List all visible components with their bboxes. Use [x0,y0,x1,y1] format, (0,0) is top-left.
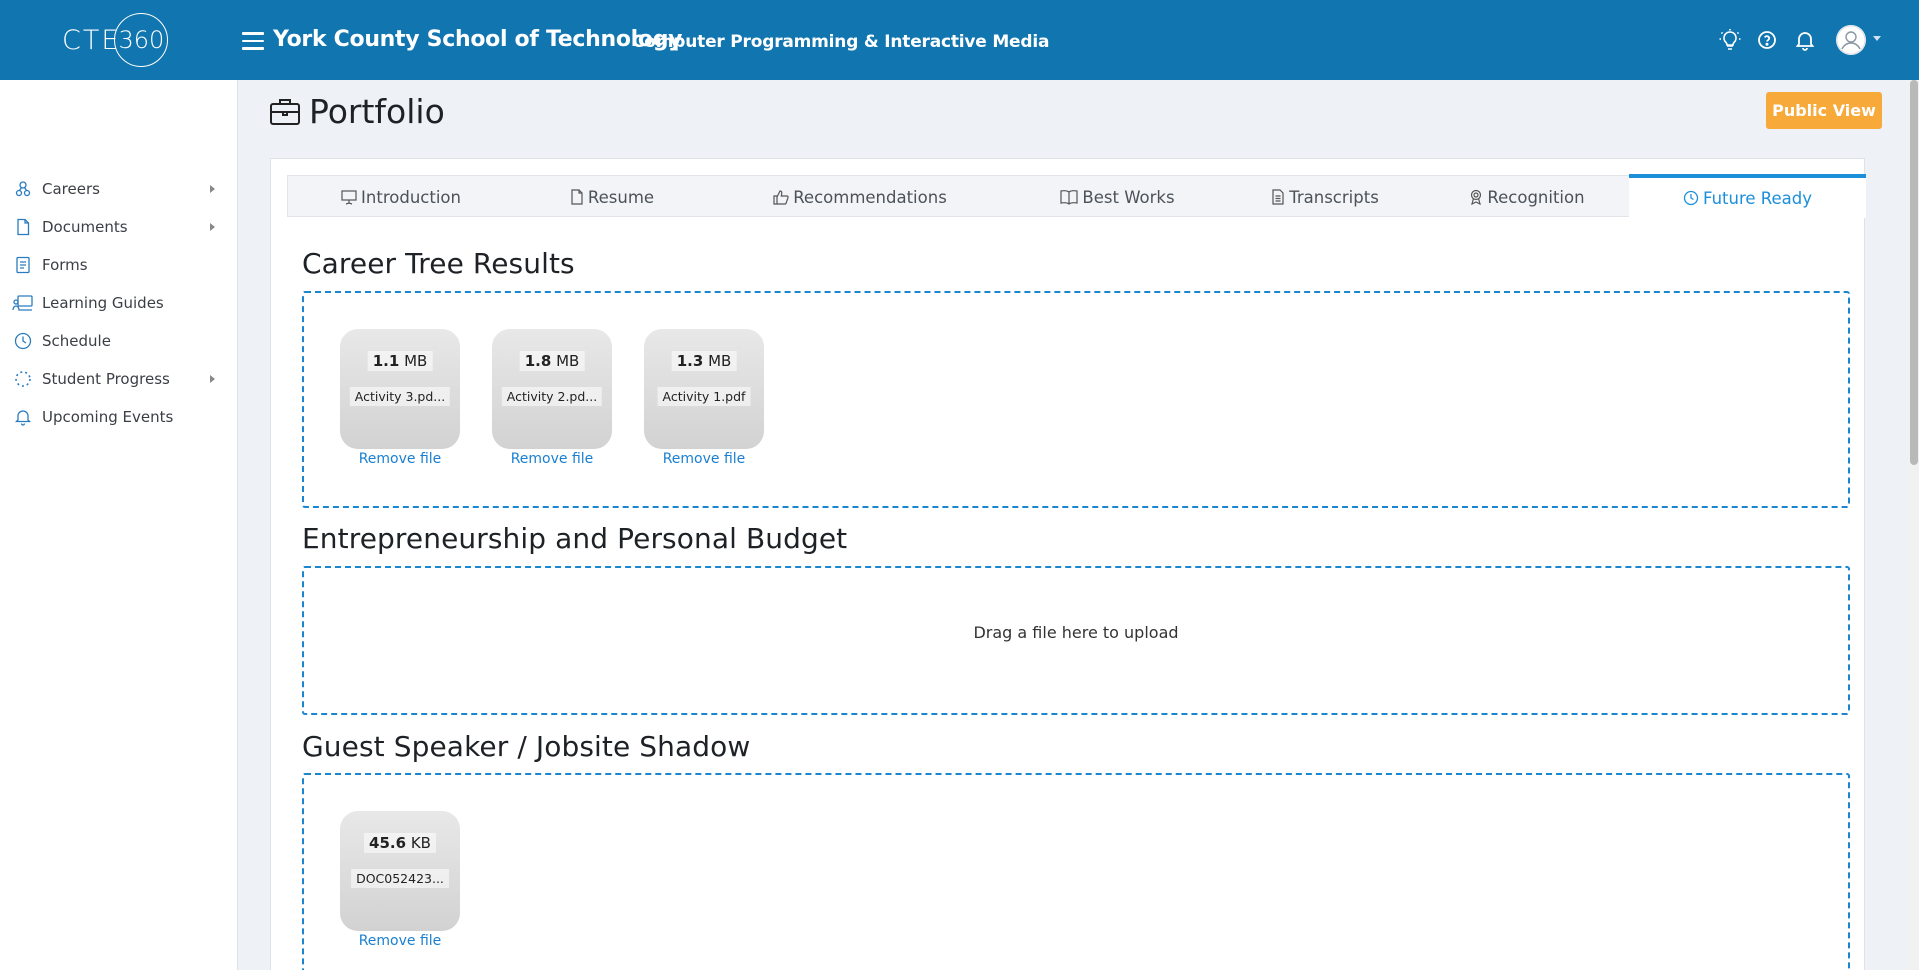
section-title: Entrepreneurship and Personal Budget [302,522,848,555]
portfolio-card: Introduction Resume Recommendations Best… [270,158,1866,970]
chevron-right-icon [210,223,215,231]
dropzone-guest-speaker[interactable]: 45.6 KB DOC052423... Remove file [302,773,1850,970]
remove-file-link[interactable]: Remove file [492,451,612,467]
briefcase-icon [270,98,300,125]
chevron-down-icon[interactable] [1873,36,1881,41]
program-name: Computer Programming & Interactive Media [632,32,1050,52]
sidebar-item-upcoming-events[interactable]: Upcoming Events [0,399,238,435]
file-text-icon [1272,189,1284,205]
file-thumbnail: 1.3 MB Activity 1.pdf [644,329,764,449]
dropzone-hint: Drag a file here to upload [973,623,1179,642]
file-thumbnail: 1.8 MB Activity 2.pd... [492,329,612,449]
section-title: Career Tree Results [302,247,575,280]
sidebar-item-label: Careers [42,180,100,198]
tab-future-ready[interactable]: Future Ready [1629,174,1866,218]
logo-text: CTE [62,24,121,56]
top-bar: CTE 360 York County School of Technology… [0,0,1919,80]
dropzone-career-tree[interactable]: 1.1 MB Activity 3.pd... Remove file 1.8 … [302,291,1850,508]
help-icon[interactable] [1755,28,1779,52]
file-thumbnail: 45.6 KB DOC052423... [340,811,460,931]
sidebar-item-label: Documents [42,218,128,236]
file-thumbnail: 1.1 MB Activity 3.pd... [340,329,460,449]
public-view-button[interactable]: Public View [1766,92,1882,129]
tab-recommendations[interactable]: Recommendations [710,176,1010,218]
sidebar-item-label: Forms [42,256,88,274]
tab-label: Recommendations [793,187,947,207]
thumbs-up-icon [773,190,789,205]
remove-file-link[interactable]: Remove file [340,451,460,467]
file-name: Activity 2.pd... [501,387,603,406]
page-title-text: Portfolio [309,92,445,131]
file-size: 1.3 MB [671,351,737,371]
presentation-icon [341,190,357,205]
careers-icon [15,181,31,197]
bell-icon [14,410,32,426]
file-size: 1.1 MB [367,351,433,371]
sidebar-item-forms[interactable]: Forms [0,247,238,283]
progress-icon [15,371,31,387]
remove-file-link[interactable]: Remove file [340,933,460,949]
lightbulb-icon[interactable] [1718,28,1742,52]
file-size: 45.6 KB [364,833,436,853]
chevron-right-icon [210,375,215,383]
sidebar-item-label: Learning Guides [42,294,164,312]
file-size: 1.8 MB [519,351,585,371]
sidebar-item-label: Student Progress [42,370,170,388]
clock-icon [1683,190,1699,206]
tab-transcripts[interactable]: Transcripts [1225,176,1425,218]
tab-introduction[interactable]: Introduction [288,176,514,218]
file-preview: 45.6 KB DOC052423... Remove file [340,811,460,949]
section-title: Guest Speaker / Jobsite Shadow [302,730,751,763]
school-name: York County School of Technology [273,27,683,52]
tab-label: Future Ready [1702,188,1812,208]
hamburger-menu-icon[interactable] [242,32,264,50]
sidebar-item-schedule[interactable]: Schedule [0,323,238,359]
scrollbar-thumb[interactable] [1910,80,1918,465]
page-scrollbar[interactable] [1909,80,1919,970]
sidebar-item-documents[interactable]: Documents [0,209,238,245]
tab-resume[interactable]: Resume [514,176,710,218]
file-icon [571,189,583,205]
user-avatar-icon[interactable] [1836,25,1866,55]
file-name: Activity 1.pdf [657,387,751,406]
portfolio-tabs: Introduction Resume Recommendations Best… [287,174,1866,218]
logo-ring: 360 [114,13,169,67]
sidebar: Careers Documents Forms Learning Guides … [0,80,238,970]
chevron-right-icon [210,185,215,193]
file-preview: 1.3 MB Activity 1.pdf Remove file [644,329,764,467]
sidebar-item-label: Upcoming Events [42,408,174,426]
tab-recognition[interactable]: Recognition [1425,176,1629,218]
sidebar-item-careers[interactable]: Careers [0,171,238,207]
book-icon [1060,190,1079,205]
sidebar-item-student-progress[interactable]: Student Progress [0,361,238,397]
remove-file-link[interactable]: Remove file [644,451,764,467]
clock-icon [14,332,32,350]
learning-guides-icon [12,295,33,311]
file-preview: 1.1 MB Activity 3.pd... Remove file [340,329,460,467]
tab-label: Introduction [361,187,461,207]
file-preview: 1.8 MB Activity 2.pd... Remove file [492,329,612,467]
award-icon [1471,189,1482,205]
bell-icon[interactable] [1793,28,1817,52]
tab-best-works[interactable]: Best Works [1010,176,1225,218]
document-icon [17,218,30,236]
cte360-logo[interactable]: CTE 360 [62,13,182,67]
tab-label: Best Works [1082,187,1175,207]
page-title: Portfolio [269,92,445,131]
file-name: DOC052423... [351,869,449,888]
tab-label: Recognition [1487,187,1585,207]
sidebar-item-learning-guides[interactable]: Learning Guides [0,285,238,321]
tab-label: Resume [587,187,655,207]
sidebar-item-label: Schedule [42,332,111,350]
dropzone-entrepreneurship[interactable]: Drag a file here to upload [302,566,1850,715]
tab-label: Transcripts [1289,187,1379,207]
file-name: Activity 3.pd... [349,387,451,406]
form-icon [16,256,30,274]
